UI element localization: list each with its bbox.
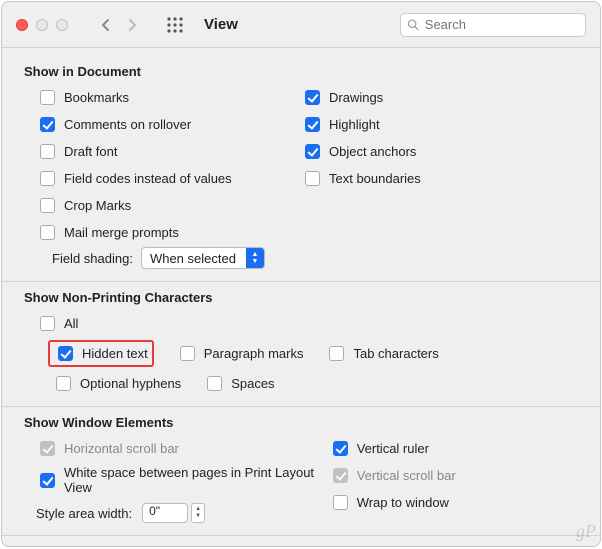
checkbox-spaces[interactable] bbox=[207, 376, 222, 391]
grid-icon bbox=[167, 17, 183, 33]
checkbox-bookmarks[interactable] bbox=[40, 90, 55, 105]
checkbox-label: Optional hyphens bbox=[80, 376, 181, 391]
checkbox-wrap-window[interactable] bbox=[333, 495, 348, 510]
checkbox-white-space[interactable] bbox=[40, 473, 55, 488]
checkbox-label: Vertical ruler bbox=[357, 441, 429, 456]
back-button[interactable] bbox=[96, 15, 116, 35]
checkbox-comments-rollover[interactable] bbox=[40, 117, 55, 132]
highlight-hidden-text: Hidden text bbox=[48, 340, 154, 367]
style-width-stepper[interactable]: 0" ▲▼ bbox=[142, 503, 205, 523]
checkbox-text-boundaries[interactable] bbox=[305, 171, 320, 186]
forward-button[interactable] bbox=[122, 15, 142, 35]
preferences-window: View Show in Document Bookmarks Comments… bbox=[1, 1, 601, 547]
checkbox-all[interactable] bbox=[40, 316, 55, 331]
checkbox-highlight[interactable] bbox=[305, 117, 320, 132]
checkbox-label: Mail merge prompts bbox=[64, 225, 179, 240]
watermark: gP bbox=[576, 521, 596, 542]
checkbox-object-anchors[interactable] bbox=[305, 144, 320, 159]
checkbox-draft-font[interactable] bbox=[40, 144, 55, 159]
chevron-left-icon bbox=[101, 18, 111, 32]
checkbox-label: Wrap to window bbox=[357, 495, 449, 510]
checkbox-label: Text boundaries bbox=[329, 171, 421, 186]
checkbox-label: Field codes instead of values bbox=[64, 171, 232, 186]
checkbox-mail-merge[interactable] bbox=[40, 225, 55, 240]
section-nonprinting: Show Non-Printing Characters All Hidden … bbox=[2, 282, 600, 407]
section-title: Ribbon bbox=[24, 544, 578, 546]
checkbox-optional-hyphens[interactable] bbox=[56, 376, 71, 391]
section-title: Show Non-Printing Characters bbox=[24, 290, 578, 305]
checkbox-label: Vertical scroll bar bbox=[357, 468, 456, 483]
checkbox-field-codes[interactable] bbox=[40, 171, 55, 186]
stepper-arrows-icon[interactable]: ▲▼ bbox=[191, 503, 205, 523]
checkbox-label: White space between pages in Print Layou… bbox=[64, 465, 329, 495]
checkbox-v-scroll bbox=[333, 468, 348, 483]
search-field[interactable] bbox=[400, 13, 586, 37]
checkbox-label: Highlight bbox=[329, 117, 380, 132]
window-toolbar: View bbox=[2, 2, 600, 48]
checkbox-label: Crop Marks bbox=[64, 198, 131, 213]
field-shading-label: Field shading: bbox=[52, 251, 133, 266]
select-arrows-icon: ▲▼ bbox=[246, 248, 264, 268]
window-title: View bbox=[204, 16, 238, 33]
chevron-right-icon bbox=[127, 18, 137, 32]
zoom-button[interactable] bbox=[56, 19, 68, 31]
section-title: Show in Document bbox=[24, 64, 578, 79]
checkbox-label: All bbox=[64, 316, 78, 331]
preferences-body: Show in Document Bookmarks Comments on r… bbox=[2, 48, 600, 546]
section-ribbon: Ribbon Show developer tab Show group tit… bbox=[2, 536, 600, 546]
checkbox-label: Drawings bbox=[329, 90, 383, 105]
checkbox-label: Paragraph marks bbox=[204, 346, 304, 361]
checkbox-vertical-ruler[interactable] bbox=[333, 441, 348, 456]
checkbox-drawings[interactable] bbox=[305, 90, 320, 105]
close-button[interactable] bbox=[16, 19, 28, 31]
style-width-value[interactable]: 0" bbox=[142, 503, 188, 523]
minimize-button[interactable] bbox=[36, 19, 48, 31]
checkbox-paragraph-marks[interactable] bbox=[180, 346, 195, 361]
nav-buttons bbox=[96, 15, 142, 35]
checkbox-label: Object anchors bbox=[329, 144, 416, 159]
checkbox-label: Spaces bbox=[231, 376, 274, 391]
section-show-in-document: Show in Document Bookmarks Comments on r… bbox=[2, 56, 600, 282]
checkbox-label: Hidden text bbox=[82, 346, 148, 361]
search-icon bbox=[407, 18, 419, 31]
traffic-lights bbox=[16, 19, 68, 31]
checkbox-label: Draft font bbox=[64, 144, 117, 159]
select-value: When selected bbox=[150, 251, 236, 266]
section-title: Show Window Elements bbox=[24, 415, 578, 430]
search-input[interactable] bbox=[423, 16, 579, 33]
style-width-label: Style area width: bbox=[36, 506, 132, 521]
checkbox-label: Comments on rollover bbox=[64, 117, 191, 132]
show-all-button[interactable] bbox=[166, 16, 184, 34]
checkbox-label: Horizontal scroll bar bbox=[64, 441, 179, 456]
section-window-elements: Show Window Elements Horizontal scroll b… bbox=[2, 407, 600, 536]
checkbox-label: Bookmarks bbox=[64, 90, 129, 105]
field-shading-select[interactable]: When selected ▲▼ bbox=[141, 247, 265, 269]
checkbox-hidden-text[interactable] bbox=[58, 346, 73, 361]
checkbox-crop-marks[interactable] bbox=[40, 198, 55, 213]
checkbox-h-scroll bbox=[40, 441, 55, 456]
checkbox-label: Tab characters bbox=[353, 346, 438, 361]
checkbox-tab-characters[interactable] bbox=[329, 346, 344, 361]
